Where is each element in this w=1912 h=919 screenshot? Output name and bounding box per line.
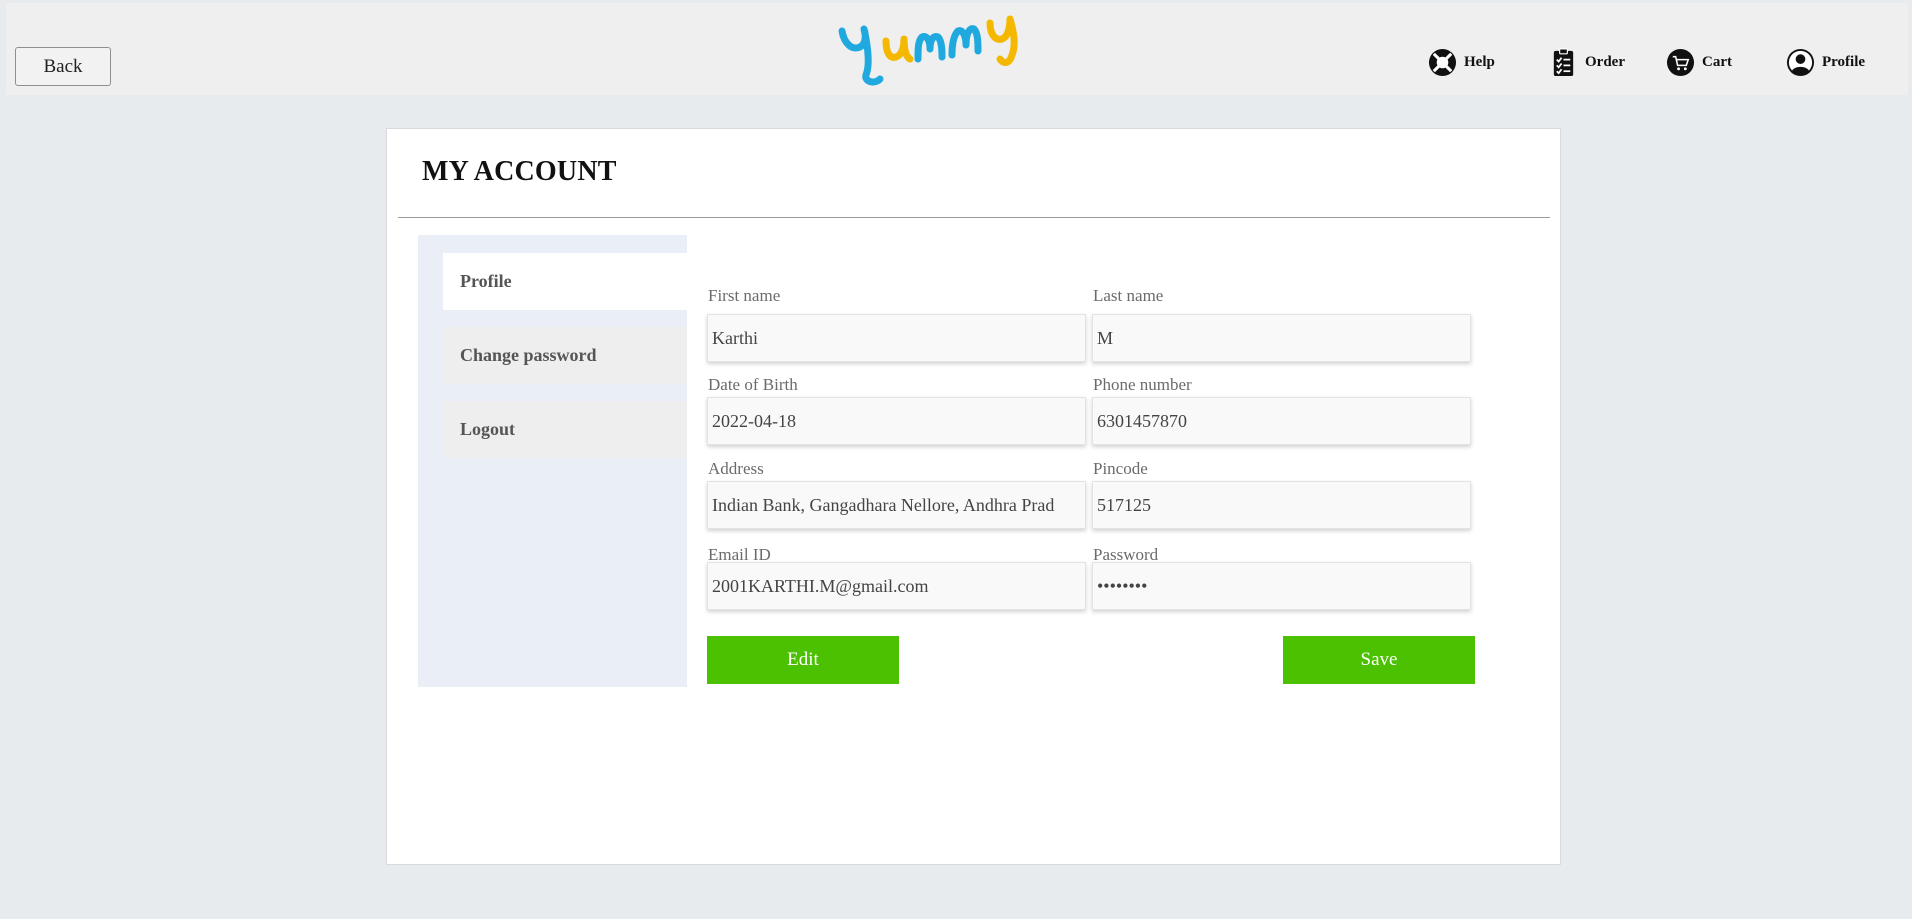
pincode-label: Pincode (1093, 459, 1148, 478)
account-sidebar: Profile Change password Logout (418, 235, 687, 687)
nav-profile-label: Profile (1822, 54, 1866, 70)
sidebar-item-logout[interactable]: Logout (443, 401, 687, 458)
user-icon (1786, 48, 1815, 77)
first-name-label: First name (708, 286, 781, 305)
dob-field[interactable]: 2022-04-18 (707, 397, 1086, 445)
nav-order[interactable]: Order (1549, 48, 1625, 77)
address-field[interactable]: Indian Bank, Gangadhara Nellore, Andhra … (707, 481, 1086, 529)
last-name-field[interactable]: M (1092, 314, 1471, 362)
nav-cart[interactable]: Cart (1666, 48, 1732, 77)
phone-label: Phone number (1093, 375, 1192, 394)
last-name-label: Last name (1093, 286, 1164, 305)
first-name-field[interactable]: Karthi (707, 314, 1086, 362)
cart-icon (1666, 48, 1695, 77)
nav-help[interactable]: Help (1428, 48, 1495, 77)
email-field[interactable]: 2001KARTHI.M@gmail.com (707, 562, 1086, 610)
lifebuoy-icon (1428, 48, 1457, 77)
nav-order-label: Order (1585, 54, 1625, 70)
divider (398, 217, 1550, 218)
address-label: Address (708, 459, 764, 478)
back-button[interactable]: Back (15, 47, 111, 86)
page-title: MY ACCOUNT (422, 156, 617, 187)
sidebar-item-change-password[interactable]: Change password (443, 327, 687, 384)
edit-button[interactable]: Edit (707, 636, 899, 684)
pincode-field[interactable]: 517125 (1092, 481, 1471, 529)
dob-label: Date of Birth (708, 375, 798, 394)
nav-help-label: Help (1464, 54, 1495, 70)
nav-cart-label: Cart (1702, 54, 1732, 70)
save-button[interactable]: Save (1283, 636, 1475, 684)
password-field[interactable]: •••••••• (1092, 562, 1471, 610)
nav-profile[interactable]: Profile (1786, 48, 1865, 77)
top-bar: Back Help Order Cart Profile (6, 3, 1908, 95)
account-card: MY ACCOUNT Profile Change password Logou… (386, 128, 1561, 865)
yummy-logo[interactable] (834, 7, 1044, 93)
clipboard-icon (1553, 48, 1574, 77)
phone-field[interactable]: 6301457870 (1092, 397, 1471, 445)
sidebar-item-profile[interactable]: Profile (443, 253, 687, 310)
